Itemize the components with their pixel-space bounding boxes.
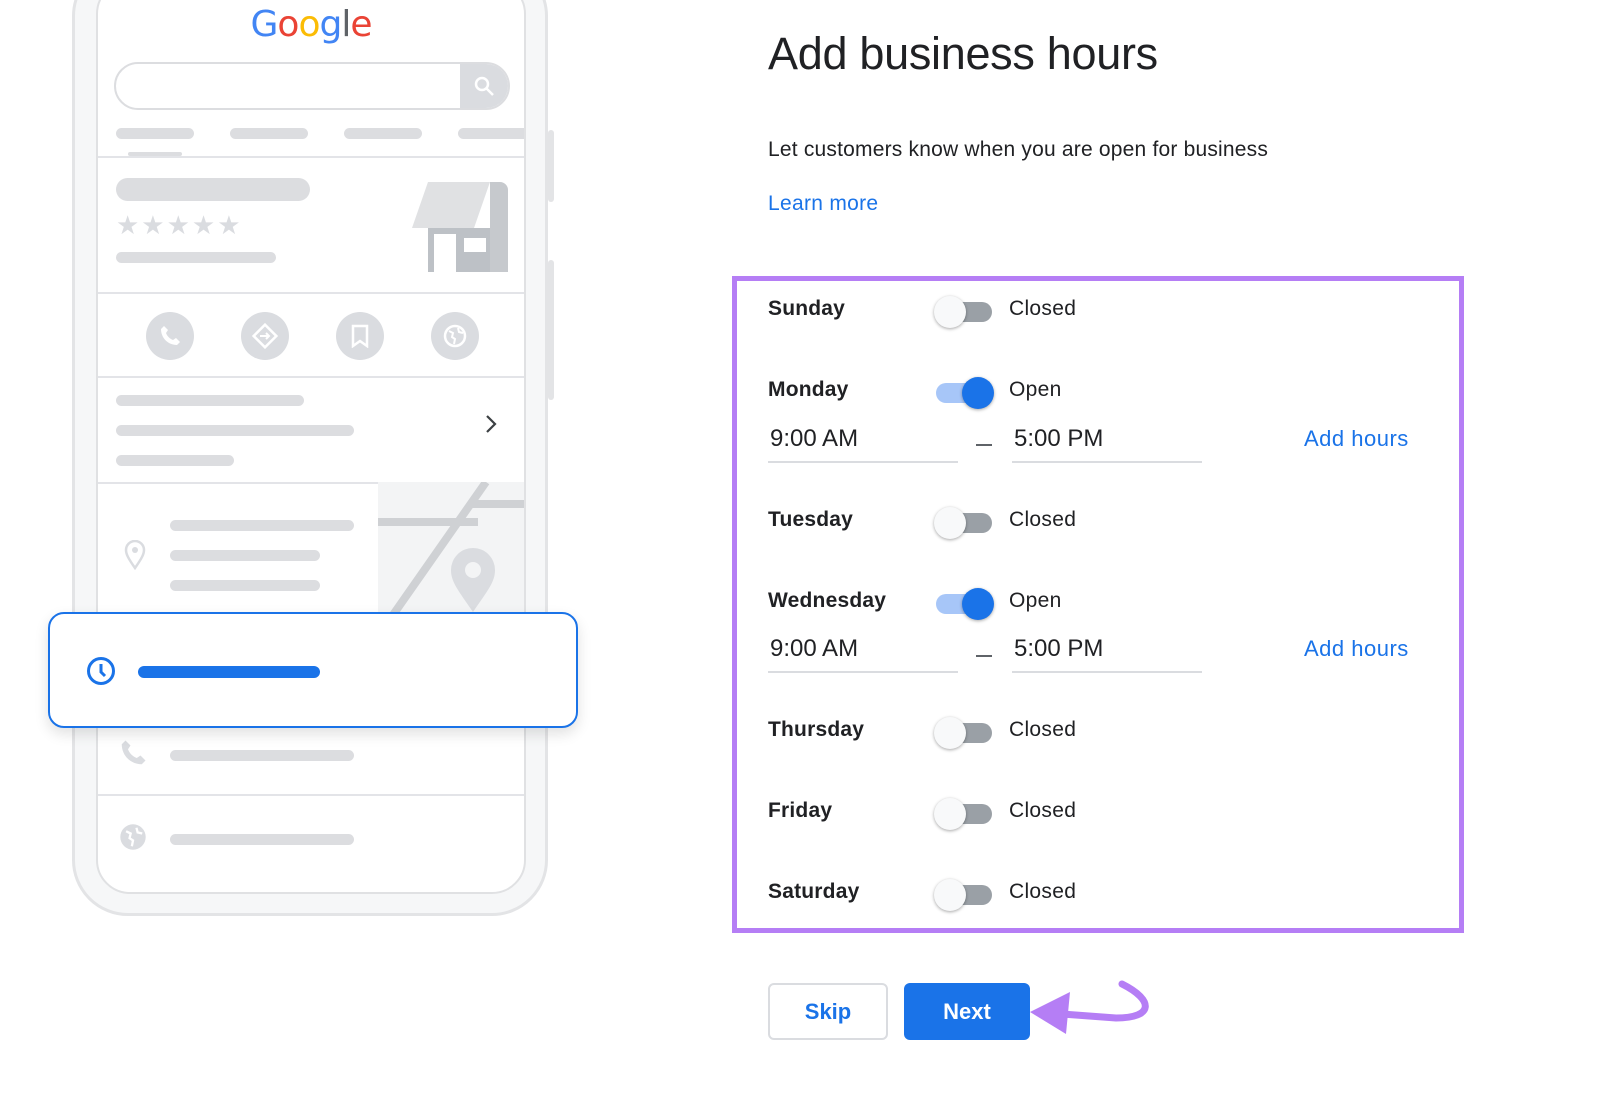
add-hours-monday[interactable]: Add hours — [1304, 426, 1409, 452]
placeholder-bar — [116, 128, 194, 139]
placeholder-bar — [116, 252, 276, 263]
toggle-thursday[interactable] — [934, 715, 994, 749]
divider — [98, 292, 524, 294]
day-label-wednesday: Wednesday — [768, 589, 887, 612]
map-thumbnail — [378, 482, 524, 622]
logo-letter: g — [319, 4, 342, 45]
toggle-saturday[interactable] — [934, 877, 994, 911]
store-icon — [412, 182, 508, 274]
status-monday: Open — [1009, 378, 1062, 401]
day-label-friday: Friday — [768, 799, 833, 822]
open-time-wednesday[interactable]: 9:00 AM — [768, 635, 958, 673]
day-label-sunday: Sunday — [768, 297, 846, 320]
status-wednesday: Open — [1009, 589, 1062, 612]
phone-side-button — [548, 130, 554, 202]
day-label-tuesday: Tuesday — [768, 508, 854, 531]
placeholder-bar — [170, 550, 320, 561]
placeholder-bar — [230, 128, 308, 139]
close-time-wednesday[interactable]: 5:00 PM — [1012, 635, 1202, 673]
bookmark-icon — [336, 312, 384, 360]
placeholder-bar — [116, 395, 304, 406]
phone-side-button — [548, 260, 554, 400]
globe-icon — [431, 312, 479, 360]
rating-stars-icon: ★★★★★ — [116, 210, 243, 240]
divider — [98, 376, 524, 378]
logo-letter: o — [298, 4, 320, 45]
next-button[interactable]: Next — [904, 983, 1030, 1040]
status-friday: Closed — [1009, 799, 1077, 822]
phone-icon — [146, 312, 194, 360]
page-subtitle: Let customers know when you are open for… — [768, 138, 1269, 161]
hours-placeholder-bar — [138, 666, 320, 678]
placeholder-bar — [170, 834, 354, 845]
page-title: Add business hours — [768, 28, 1158, 79]
location-pin-icon — [124, 539, 146, 575]
toggle-sunday[interactable] — [934, 294, 994, 328]
close-time-monday[interactable]: 5:00 PM — [1012, 425, 1202, 463]
placeholder-bar — [116, 178, 310, 201]
status-tuesday: Closed — [1009, 508, 1077, 531]
divider — [98, 156, 524, 158]
open-time-monday[interactable]: 9:00 AM — [768, 425, 958, 463]
placeholder-bar — [116, 455, 234, 466]
google-logo: Google — [98, 4, 524, 45]
logo-letter: e — [350, 4, 372, 45]
illustration-search-bar — [114, 62, 510, 110]
toggle-monday[interactable] — [934, 375, 994, 409]
toggle-friday[interactable] — [934, 796, 994, 830]
clock-icon — [86, 656, 116, 691]
placeholder-bar — [116, 425, 354, 436]
time-separator — [976, 655, 992, 657]
placeholder-bar — [458, 128, 524, 139]
directions-icon — [241, 312, 289, 360]
divider — [98, 794, 524, 796]
placeholder-bar — [170, 750, 354, 761]
hours-highlight-card — [48, 612, 578, 728]
status-sunday: Closed — [1009, 297, 1077, 320]
learn-more-link[interactable]: Learn more — [768, 192, 878, 216]
time-separator — [976, 444, 992, 446]
logo-letter: G — [250, 4, 279, 45]
placeholder-bar — [344, 128, 422, 139]
phone-icon — [118, 738, 148, 773]
search-icon — [460, 64, 508, 108]
toggle-tuesday[interactable] — [934, 505, 994, 539]
placeholder-bar — [170, 520, 354, 531]
status-saturday: Closed — [1009, 880, 1077, 903]
day-label-saturday: Saturday — [768, 880, 860, 903]
phone-screen: Google ★★★★★ — [96, 0, 526, 894]
add-hours-wednesday[interactable]: Add hours — [1304, 636, 1409, 662]
annotation-arrow-icon — [1026, 978, 1156, 1053]
skip-button[interactable]: Skip — [768, 983, 888, 1040]
logo-letter: o — [277, 4, 299, 45]
day-label-thursday: Thursday — [768, 718, 865, 741]
logo-letter: l — [341, 4, 351, 45]
toggle-wednesday[interactable] — [934, 586, 994, 620]
globe-icon — [118, 822, 148, 857]
placeholder-bar — [170, 580, 320, 591]
status-thursday: Closed — [1009, 718, 1077, 741]
chevron-right-icon — [484, 414, 498, 439]
day-label-monday: Monday — [768, 378, 849, 401]
